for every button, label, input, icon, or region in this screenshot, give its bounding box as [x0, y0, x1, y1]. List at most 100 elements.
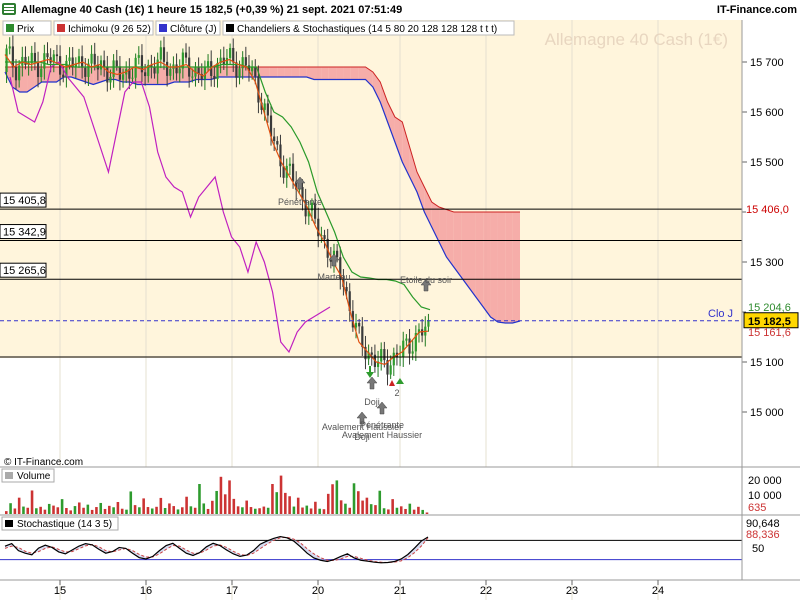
candle-body — [153, 67, 156, 74]
candle-body — [421, 329, 424, 336]
candle-body — [46, 53, 49, 58]
volume-bar — [352, 483, 356, 514]
price-tick-label: 15 500 — [750, 157, 784, 169]
candle-body — [402, 340, 405, 357]
volume-bar — [241, 507, 244, 514]
legend-label: Prix — [17, 24, 34, 35]
volume-bar — [56, 507, 60, 514]
pattern-label: Etoile du soir — [400, 275, 452, 285]
volume-bar — [309, 508, 313, 514]
watermark: Allemagne 40 Cash (1€) — [545, 30, 728, 49]
legend-item[interactable]: Prix — [2, 20, 52, 36]
volume-bar — [103, 508, 107, 514]
volume-bar — [198, 484, 201, 514]
candle-body — [5, 48, 8, 72]
stochastic-label-box[interactable]: Stochastique (14 3 5) — [1, 516, 119, 531]
candle-body — [228, 47, 232, 58]
volume-bar — [150, 508, 154, 514]
cloud-segment — [468, 212, 476, 297]
volume-bar — [112, 507, 115, 514]
volume-tick-label: 10 000 — [748, 490, 782, 502]
time-tick-label: 24 — [652, 585, 664, 597]
candle-body — [244, 57, 247, 66]
volume-bar — [245, 500, 248, 514]
volume-bar — [13, 508, 17, 514]
volume-bar — [39, 506, 42, 514]
volume-bar — [378, 490, 382, 514]
volume-bar — [395, 507, 399, 514]
cloud-segment — [475, 212, 484, 307]
legend-item[interactable]: Chandeliers & Stochastiques (14 5 80 20 … — [222, 20, 515, 36]
volume-bar — [374, 505, 377, 514]
candle-body — [345, 286, 348, 292]
cloud-segment — [314, 67, 322, 80]
cloud-segment — [358, 67, 366, 80]
volume-bar — [17, 497, 21, 514]
candle-body — [336, 250, 339, 258]
time-tick-label: 17 — [226, 585, 238, 597]
legend-label: Ichimoku (9 26 52) — [68, 24, 151, 35]
volume-bar — [361, 500, 364, 514]
time-tick-label: 22 — [480, 585, 492, 597]
cloud-segment — [505, 212, 513, 323]
candle-body — [354, 323, 358, 328]
volume-bar — [133, 505, 137, 514]
candle-body — [206, 61, 210, 68]
candle-body — [383, 349, 386, 361]
volume-bar — [301, 507, 304, 514]
volume-bar — [369, 504, 373, 514]
volume-bar — [9, 503, 12, 514]
price-tick-label: 15 600 — [750, 107, 784, 119]
time-tick-label: 23 — [566, 585, 578, 597]
volume-bar — [357, 491, 360, 514]
level-left-label: 15 265,6 — [3, 265, 46, 277]
legend-item[interactable]: Ichimoku (9 26 52) — [53, 20, 154, 36]
candle-body — [380, 349, 383, 362]
candle-body — [62, 74, 65, 78]
volume-bar — [90, 509, 94, 514]
candle-body — [273, 136, 276, 142]
volume-tick-label: 20 000 — [748, 475, 782, 487]
volume-bar — [159, 497, 163, 514]
price-axis: 15 700 15 600 15 500 15 300 15 100 15 000 15 1… — [742, 57, 799, 419]
volume-bar — [206, 508, 210, 514]
cloud-segment — [328, 67, 337, 80]
volume-bar — [322, 509, 326, 514]
chart-root: Allemagne 40 Cash (1€) 1 heure 15 182,5 … — [0, 0, 800, 600]
pattern-label: Pénétrante — [360, 420, 404, 430]
volume-bar — [365, 497, 369, 514]
volume-label-box[interactable]: Volume — [1, 468, 55, 483]
volume-bar — [339, 500, 343, 514]
candle-body — [213, 75, 216, 80]
volume-bar — [404, 508, 407, 514]
legend: Prix Ichimoku (9 26 52) Clôture (J) Chandel… — [2, 20, 515, 36]
cloud-segment — [343, 67, 351, 80]
volume-bar — [5, 511, 8, 514]
legend-label: Clôture (J) — [170, 24, 217, 35]
cloud-segment — [483, 212, 491, 317]
volume-bar — [116, 502, 120, 514]
volume-bar — [296, 497, 300, 514]
candle-body — [225, 57, 229, 65]
volume-bar — [318, 508, 321, 514]
volume-last-label: 635 — [748, 502, 766, 514]
cloud-segment — [461, 212, 469, 287]
volume-bar — [331, 484, 334, 514]
cloud-segment — [453, 212, 462, 277]
candle-body — [266, 103, 269, 116]
volume-bar — [262, 506, 266, 514]
candle-body — [68, 57, 71, 61]
candle-body — [358, 323, 361, 327]
menu-button[interactable] — [2, 3, 16, 15]
legend-swatch — [57, 24, 65, 32]
volume-bar — [26, 507, 30, 514]
legend-item[interactable]: Clôture (J) — [155, 20, 221, 36]
cloud-segment — [262, 67, 270, 77]
volume-bar — [421, 509, 424, 514]
cloud-segment — [336, 67, 344, 80]
cloud-segment — [269, 67, 278, 77]
pattern-label: Pénétrante — [278, 197, 322, 207]
candle-body — [112, 60, 115, 77]
candle-body — [291, 163, 295, 182]
site-name[interactable]: IT-Finance.com — [717, 4, 797, 16]
